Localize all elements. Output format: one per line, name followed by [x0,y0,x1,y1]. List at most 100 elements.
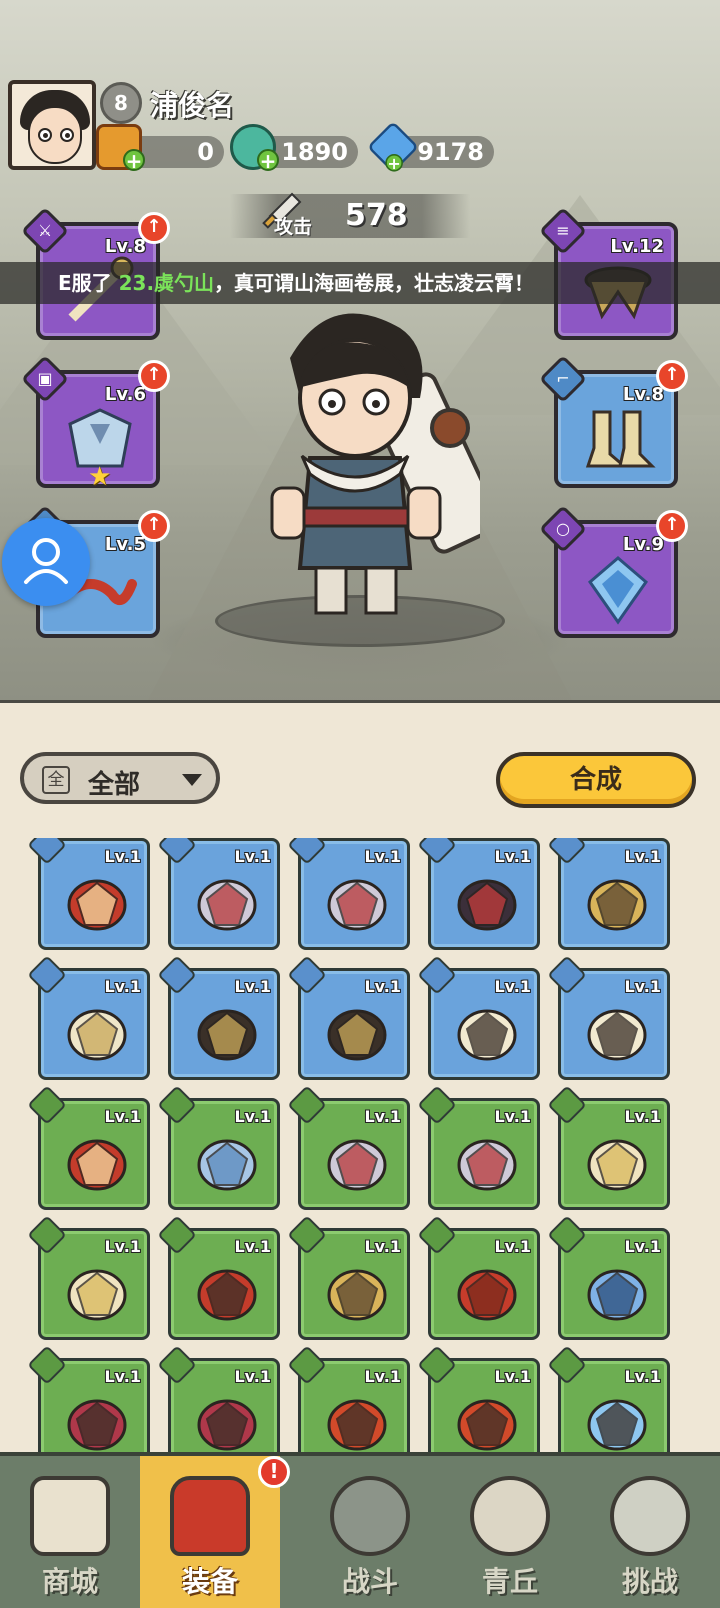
crystal-amulet-icon [587,556,649,625]
slot-level: Lv.5 [104,534,146,555]
inventory-item[interactable]: Lv.1 [287,955,410,1080]
inventory-item[interactable]: Lv.1 [547,1215,670,1340]
inventory-item[interactable]: Lv.1 [27,1215,150,1340]
player-name: 浦俊名 [150,89,235,122]
item-level: Lv.1 [234,1107,271,1126]
nav-tab-battle[interactable]: 战斗 [300,1456,440,1608]
crossbow-icon [197,1139,257,1191]
golden-armor-icon [327,1269,387,1321]
inventory-item[interactable]: Lv.1 [547,838,670,950]
filter-label: 全部 [88,770,141,800]
item-level: Lv.1 [104,977,141,996]
item-type-icon [547,838,587,865]
inventory-item[interactable]: Lv.1 [417,838,540,950]
item-level: Lv.1 [104,1237,141,1256]
item-type-icon [157,1345,197,1385]
nav-label: 青丘 [481,1565,538,1598]
hero-character[interactable] [250,298,480,628]
plus-icon[interactable]: + [123,149,145,171]
inventory-item[interactable]: Lv.1 [157,1085,280,1210]
item-level: Lv.1 [624,847,661,866]
item-type-icon [157,838,197,865]
nav-label: 装备 [181,1565,238,1598]
plus-icon[interactable]: + [385,154,403,173]
item-level: Lv.1 [624,1107,661,1126]
fang-necklace-icon [587,1009,647,1061]
anvil-blade-icon [327,1139,387,1191]
inventory-item[interactable]: Lv.1 [157,955,280,1080]
nav-tab-challenge[interactable]: 挑战 [580,1456,720,1608]
inventory-item[interactable]: Lv.1 [287,1345,410,1458]
category-filter-dropdown[interactable]: 全 全部 [20,752,220,804]
item-type-icon [417,1345,457,1385]
slot-level: Lv.8 [104,236,146,257]
inventory-item[interactable]: Lv.1 [547,955,670,1080]
item-level: Lv.1 [624,977,661,996]
inventory-item[interactable]: Lv.1 [287,1215,410,1340]
ice-belt-icon [587,1399,647,1451]
item-level: Lv.1 [104,1107,141,1126]
item-type-icon [27,955,67,995]
item-type-icon [417,838,457,865]
item-level: Lv.1 [364,847,401,866]
item-type-icon [417,1215,457,1255]
qingqiu-icon [470,1476,550,1556]
equip-slot-armor[interactable]: ▣ Lv.6 ↑ ★ [20,354,170,490]
upgrade-arrow-icon: ↑ [138,360,170,392]
inventory-grid: Lv.1 Lv.1 Lv.1 Lv.1 Lv.1 Lv.1 Lv.1 Lv.1 Lv.1 Lv.1… [0,838,720,1458]
scroll-ticket-icon[interactable]: + [96,124,145,171]
inventory-item[interactable]: Lv.1 [27,1085,150,1210]
item-type-icon [27,1085,67,1125]
item-type-icon [287,1085,327,1125]
anvil-blade-icon [327,879,387,931]
item-level: Lv.1 [494,1237,531,1256]
item-type-icon [547,955,587,995]
inventory-item[interactable]: Lv.1 [287,838,410,950]
item-level: Lv.1 [624,1237,661,1256]
slot-level: Lv.9 [622,534,664,555]
compose-button[interactable]: 合成 [496,752,696,808]
item-type-icon [27,1345,67,1385]
nav-tab-qingqiu[interactable]: 青丘 [440,1456,580,1608]
item-type-icon [287,955,327,995]
golden-staff-icon [67,1269,127,1321]
attack-label: 攻击 [274,216,313,238]
inventory-item[interactable]: Lv.1 [157,838,280,950]
slot-level: Lv.6 [104,384,146,405]
inventory-item[interactable]: Lv.1 [27,1345,150,1458]
item-level: Lv.1 [104,847,141,866]
player-level-badge: 8 [100,82,142,124]
item-type-icon [157,1085,197,1125]
inventory-item[interactable]: Lv.1 [547,1345,670,1458]
scene-divider [0,700,720,716]
item-type-icon [417,1085,457,1125]
inventory-item[interactable]: Lv.1 [287,1085,410,1210]
inventory-item[interactable]: Lv.1 [157,1345,280,1458]
player-avatar[interactable] [8,80,96,170]
floating-user-button[interactable] [2,518,90,606]
plus-icon[interactable]: + [257,149,279,171]
inventory-item[interactable]: Lv.1 [157,1215,280,1340]
item-type-icon [27,838,67,865]
item-type-icon [287,838,327,865]
inventory-item[interactable]: Lv.1 [547,1085,670,1210]
jade-dragon-icon[interactable]: + [230,124,279,171]
dark-armor-icon [457,879,517,931]
horned-belt-icon [197,1009,257,1061]
challenge-icon [610,1476,690,1556]
inventory-item[interactable]: Lv.1 [27,838,150,950]
equip-slot-boots[interactable]: ⌐ Lv.8 ↑ [538,354,688,488]
inventory-item[interactable]: Lv.1 [417,1215,540,1340]
item-type-icon [287,1215,327,1255]
equip-slot-amulet[interactable]: ○ Lv.9 ↑ [538,504,688,638]
ice-bracer-icon [587,1269,647,1321]
inventory-item[interactable]: Lv.1 [417,955,540,1080]
nav-tab-shop[interactable]: 商城 [0,1456,140,1608]
inventory-item[interactable]: Lv.1 [417,1085,540,1210]
item-type-icon [417,955,457,995]
shop-icon [30,1476,110,1556]
inventory-item[interactable]: Lv.1 [27,955,150,1080]
item-level: Lv.1 [494,1367,531,1386]
item-level: Lv.1 [364,1237,401,1256]
inventory-item[interactable]: Lv.1 [417,1345,540,1458]
